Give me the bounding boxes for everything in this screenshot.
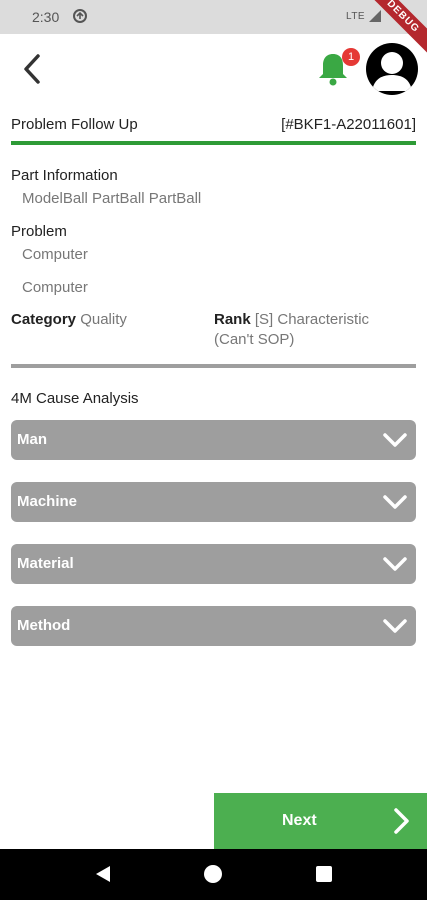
category-value: Quality <box>80 311 127 328</box>
next-button-label: Next <box>282 812 317 829</box>
accordion-man[interactable]: Man <box>11 420 416 460</box>
accordion-material[interactable]: Material <box>11 544 416 584</box>
accordion-machine[interactable]: Machine <box>11 482 416 522</box>
accordion-label: Man <box>17 431 47 448</box>
category-label: Category <box>11 311 77 328</box>
nav-home-icon[interactable] <box>204 865 222 883</box>
page-title-row: Problem Follow Up [#BKF1-A22011601] <box>11 116 416 138</box>
section-divider <box>11 364 416 368</box>
cause-analysis-title: 4M Cause Analysis <box>11 390 139 407</box>
notification-badge: 1 <box>342 48 360 66</box>
chevron-down-icon <box>383 433 407 447</box>
avatar[interactable] <box>366 43 418 95</box>
category-field: Category Quality <box>11 311 127 328</box>
nav-back-icon[interactable] <box>94 865 112 883</box>
title-divider <box>11 141 416 145</box>
accordion-label: Machine <box>17 493 78 510</box>
accordion-label: Method <box>17 617 71 634</box>
problem-label: Problem <box>11 223 67 240</box>
signal-icon <box>369 10 381 22</box>
accordion-label: Material <box>17 555 74 572</box>
problem-value-1: Computer <box>22 246 88 263</box>
rank-value-line2: (Can't SOP) <box>214 331 295 348</box>
rank-value-line1: [S] Characteristic <box>254 311 370 328</box>
rank-field: Rank [S] Characteristic <box>214 311 369 328</box>
chevron-down-icon <box>383 495 407 509</box>
problem-value-2: Computer <box>22 279 88 296</box>
nav-recent-apps-icon[interactable] <box>316 866 332 882</box>
accordion-method[interactable]: Method <box>11 606 416 646</box>
system-navigation-bar <box>0 849 427 900</box>
chevron-down-icon <box>383 619 407 633</box>
ticket-id: [#BKF1-A22011601] <box>281 116 416 133</box>
status-time: 2:30 <box>32 9 60 25</box>
status-bar: 2:30 LTE DEBUG <box>0 0 427 58</box>
next-button[interactable]: Next <box>214 793 427 849</box>
sync-icon <box>73 9 87 23</box>
part-information-label: Part Information <box>11 167 118 184</box>
chevron-right-icon <box>394 808 409 834</box>
back-arrow-icon[interactable] <box>14 50 48 88</box>
part-information-value: ModelBall PartBall PartBall <box>22 190 202 207</box>
app-bar: 1 <box>0 34 427 104</box>
user-icon <box>372 52 412 91</box>
network-label: LTE <box>346 11 366 22</box>
chevron-down-icon <box>383 557 407 571</box>
rank-label: Rank <box>214 311 251 328</box>
page-title: Problem Follow Up <box>11 116 138 133</box>
